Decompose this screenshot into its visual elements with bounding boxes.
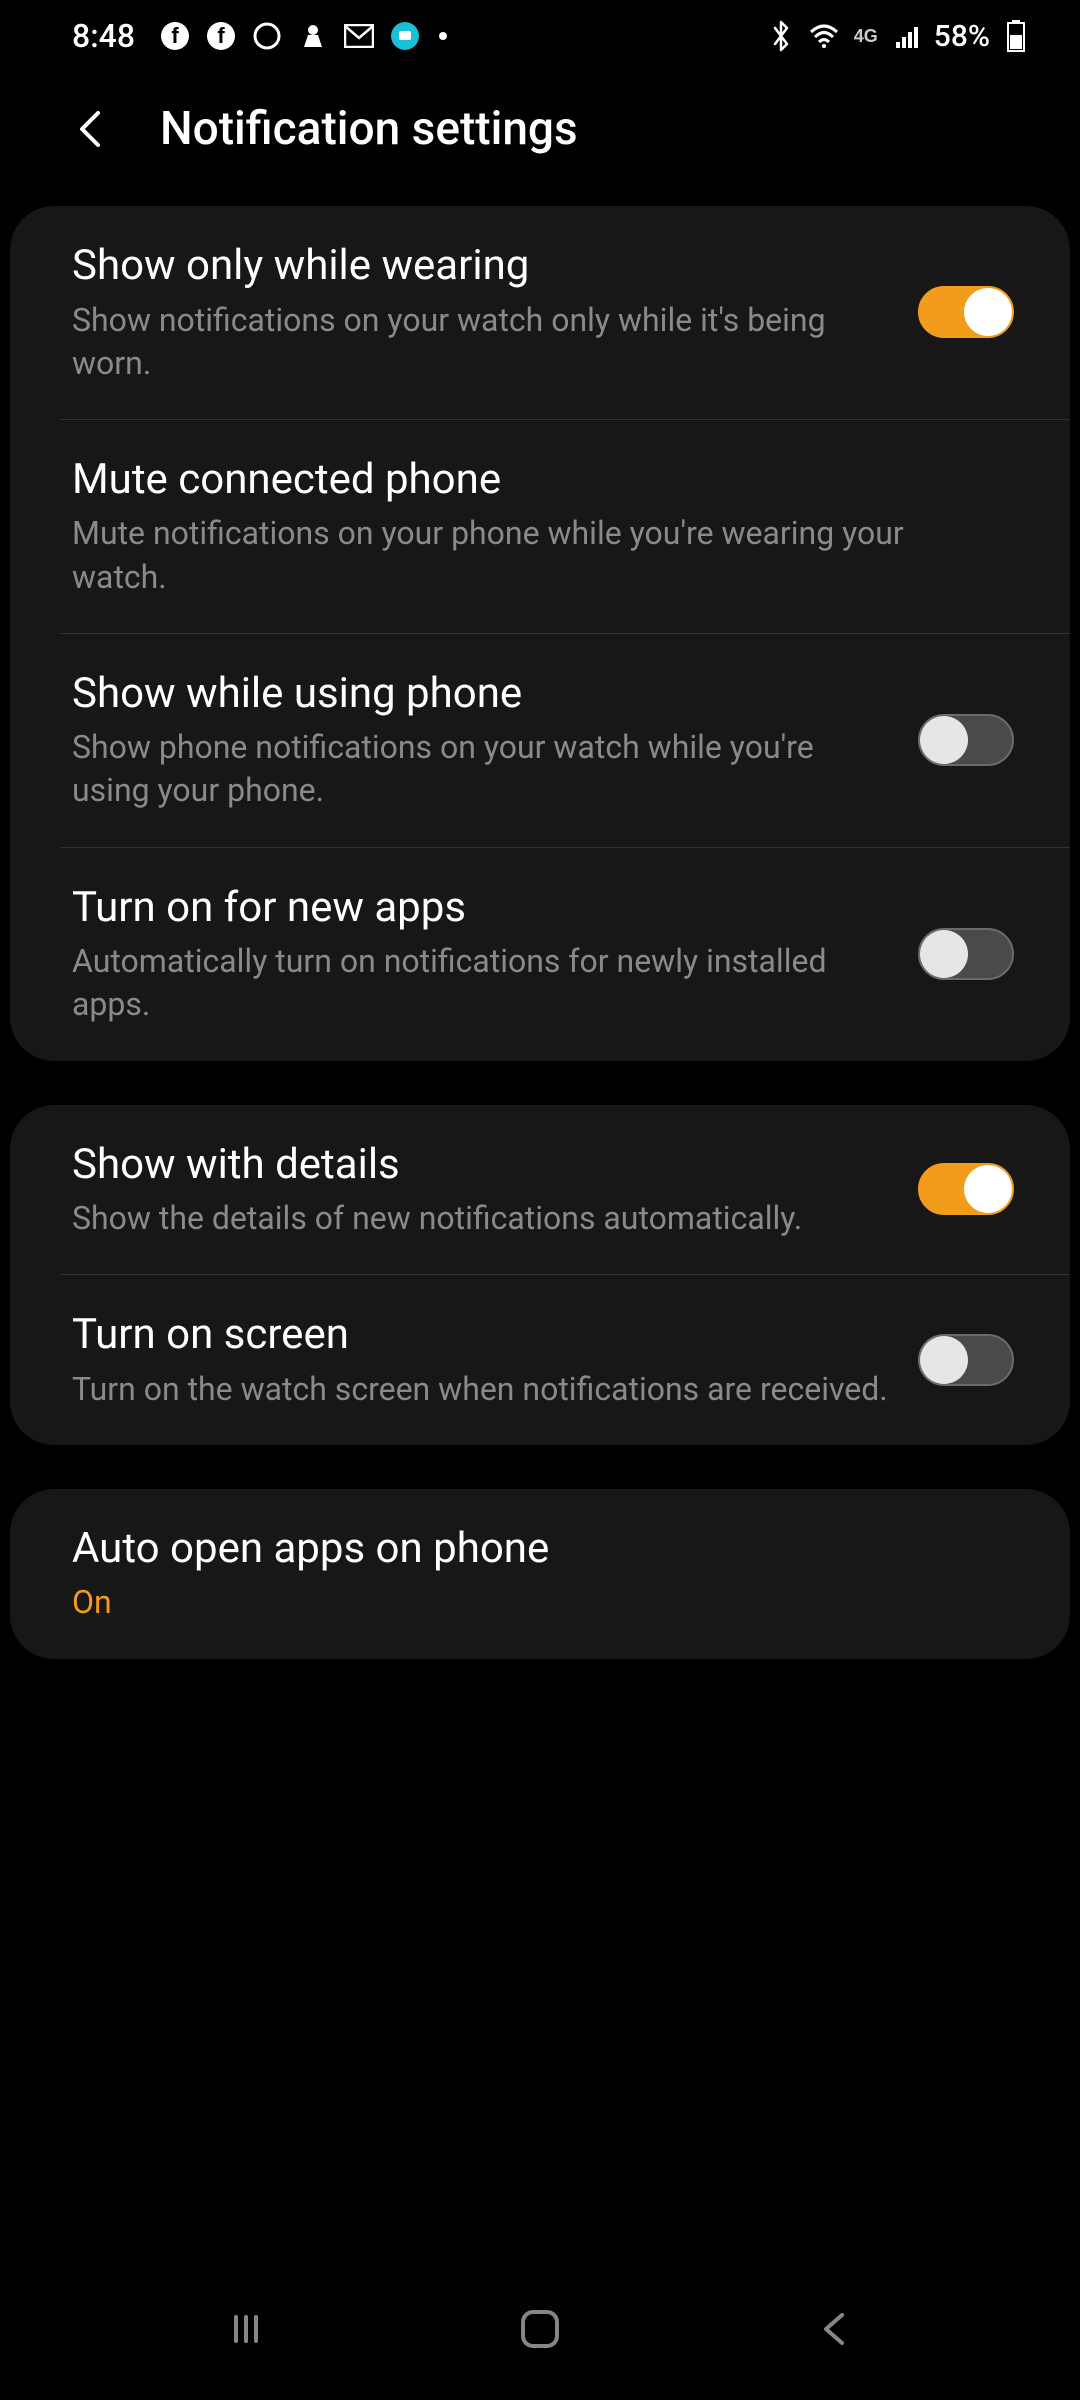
toggle-show-with-details[interactable] xyxy=(918,1163,1014,1215)
row-subtitle: Show the details of new notifications au… xyxy=(72,1197,888,1240)
row-text: Auto open apps on phone On xyxy=(72,1523,1014,1625)
row-text: Show only while wearing Show notificatio… xyxy=(72,240,918,385)
facebook-icon: f xyxy=(159,20,191,52)
row-text: Show with details Show the details of ne… xyxy=(72,1139,918,1241)
toggle-turn-on-screen[interactable] xyxy=(918,1334,1014,1386)
battery-icon xyxy=(1000,20,1032,52)
row-text: Show while using phone Show phone notifi… xyxy=(72,668,918,813)
settings-group: Show only while wearing Show notificatio… xyxy=(10,206,1070,1061)
network-type-label: 4G xyxy=(850,20,882,52)
page-title: Notification settings xyxy=(160,102,578,156)
row-text: Turn on screen Turn on the watch screen … xyxy=(72,1309,918,1411)
navigation-bar xyxy=(0,2280,1080,2400)
signal-icon xyxy=(892,20,924,52)
status-right: 4G 58% xyxy=(766,19,1032,54)
recents-button[interactable] xyxy=(224,2307,268,2355)
svg-text:f: f xyxy=(171,23,179,48)
row-subtitle: Turn on the watch screen when notificati… xyxy=(72,1368,888,1411)
battery-percentage: 58% xyxy=(934,19,990,54)
toggle-show-while-using-phone[interactable] xyxy=(918,714,1014,766)
row-turn-on-screen[interactable]: Turn on screen Turn on the watch screen … xyxy=(60,1274,1070,1445)
row-show-only-while-wearing[interactable]: Show only while wearing Show notificatio… xyxy=(10,206,1070,419)
row-subtitle: Mute notifications on your phone while y… xyxy=(72,512,984,598)
row-auto-open-apps-on-phone[interactable]: Auto open apps on phone On xyxy=(10,1489,1070,1659)
more-notifications-dot xyxy=(439,32,447,40)
row-turn-on-for-new-apps[interactable]: Turn on for new apps Automatically turn … xyxy=(60,847,1070,1061)
settings-group: Auto open apps on phone On xyxy=(10,1489,1070,1659)
facebook-icon: f xyxy=(205,20,237,52)
row-title: Show while using phone xyxy=(72,668,888,721)
status-left: 8:48 f f xyxy=(72,17,447,55)
toggle-show-only-while-wearing[interactable] xyxy=(918,286,1014,338)
row-title: Mute connected phone xyxy=(72,454,984,507)
row-show-with-details[interactable]: Show with details Show the details of ne… xyxy=(10,1105,1070,1275)
home-button[interactable] xyxy=(517,2306,563,2356)
status-time: 8:48 xyxy=(72,17,135,55)
header: Notification settings xyxy=(0,72,1080,206)
back-button[interactable] xyxy=(812,2307,856,2355)
gmail-icon xyxy=(343,20,375,52)
row-text: Mute connected phone Mute notifications … xyxy=(72,454,1014,599)
circle-outline-icon xyxy=(251,20,283,52)
row-subtitle: On xyxy=(72,1581,984,1624)
settings-group: Show with details Show the details of ne… xyxy=(10,1105,1070,1445)
row-title: Show only while wearing xyxy=(72,240,888,293)
back-icon[interactable] xyxy=(72,109,112,149)
row-mute-connected-phone[interactable]: Mute connected phone Mute notifications … xyxy=(60,419,1070,633)
row-text: Turn on for new apps Automatically turn … xyxy=(72,882,918,1027)
row-title: Show with details xyxy=(72,1139,888,1192)
content: Show only while wearing Show notificatio… xyxy=(0,206,1080,1659)
status-bar: 8:48 f f 4G 58% xyxy=(0,0,1080,72)
toggle-turn-on-for-new-apps[interactable] xyxy=(918,928,1014,980)
wifi-icon xyxy=(808,20,840,52)
app-icon xyxy=(297,20,329,52)
row-subtitle: Show phone notifications on your watch w… xyxy=(72,726,888,812)
chat-icon xyxy=(389,20,421,52)
row-title: Turn on for new apps xyxy=(72,882,888,935)
svg-text:f: f xyxy=(217,23,225,48)
row-subtitle: Automatically turn on notifications for … xyxy=(72,940,888,1026)
row-subtitle: Show notifications on your watch only wh… xyxy=(72,299,888,385)
row-title: Turn on screen xyxy=(72,1309,888,1362)
row-show-while-using-phone[interactable]: Show while using phone Show phone notifi… xyxy=(60,633,1070,847)
row-title: Auto open apps on phone xyxy=(72,1523,984,1576)
bluetooth-icon xyxy=(766,20,798,52)
